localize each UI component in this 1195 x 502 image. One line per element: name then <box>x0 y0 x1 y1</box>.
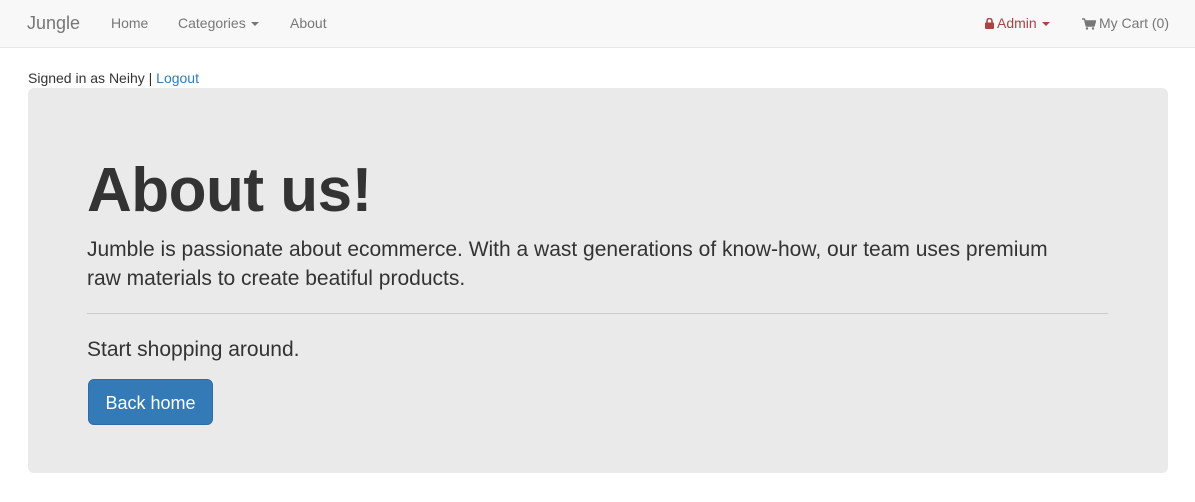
call-to-action-text: Start shopping around. <box>87 338 300 361</box>
shopping-cart-icon <box>1082 16 1097 34</box>
chevron-down-icon <box>1041 22 1050 27</box>
navbar: Jungle Home Categories About Admin My Ca… <box>0 0 1195 48</box>
nav-about-label: About <box>290 15 327 31</box>
logout-link[interactable]: Logout <box>156 70 199 86</box>
nav-home-label: Home <box>111 15 149 31</box>
page-title: About us! <box>87 156 372 225</box>
about-description: Jumble is passionate about ecommerce. Wi… <box>87 238 1048 290</box>
signed-in-text: Signed in as Neihy | <box>28 70 153 86</box>
admin-label: Admin <box>997 15 1037 31</box>
divider <box>87 313 1108 314</box>
nav-about[interactable]: About <box>290 14 327 32</box>
lock-icon <box>985 15 994 33</box>
chevron-down-icon <box>250 22 259 27</box>
back-home-button[interactable]: Back home <box>88 379 213 425</box>
jumbotron: About us! Jumble is passionate about eco… <box>28 88 1168 473</box>
nav-categories-label: Categories <box>178 15 246 31</box>
cart-label: My Cart (0) <box>1099 15 1169 31</box>
cart-link[interactable]: My Cart (0) <box>1082 14 1169 34</box>
nav-categories-dropdown[interactable]: Categories <box>178 14 259 32</box>
nav-home[interactable]: Home <box>111 14 148 32</box>
brand-link[interactable]: Jungle <box>27 12 80 34</box>
session-status: Signed in as Neihy | Logout <box>28 70 199 86</box>
admin-dropdown[interactable]: Admin <box>985 14 1050 33</box>
